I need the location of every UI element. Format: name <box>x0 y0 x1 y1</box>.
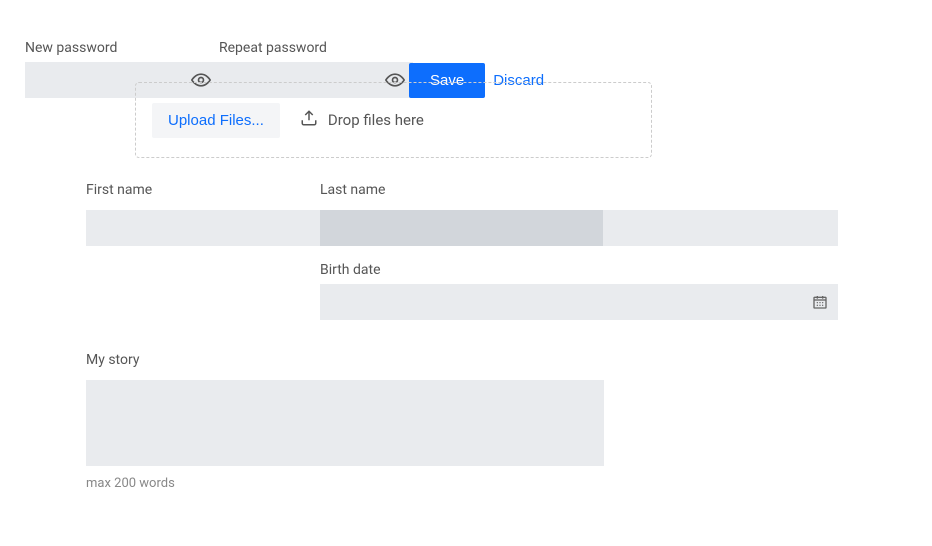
first-name-input[interactable] <box>86 210 320 246</box>
my-story-textarea[interactable] <box>86 380 604 466</box>
last-name-input[interactable] <box>320 210 603 246</box>
last-name-input-extension[interactable] <box>603 210 838 246</box>
drop-files-hint: Drop files here <box>328 111 424 129</box>
last-name-label: Last name <box>320 182 385 198</box>
upload-files-button[interactable]: Upload Files... <box>152 103 280 138</box>
my-story-hint: max 200 words <box>86 476 604 491</box>
new-password-label: New password <box>25 40 219 56</box>
calendar-icon[interactable] <box>812 294 828 310</box>
first-name-label: First name <box>86 182 320 198</box>
upload-icon <box>300 109 318 131</box>
repeat-password-label: Repeat password <box>219 40 413 56</box>
birth-date-label: Birth date <box>320 262 838 278</box>
my-story-label: My story <box>86 352 604 368</box>
birth-date-input[interactable] <box>320 284 838 320</box>
upload-dropzone[interactable]: Upload Files... Drop files here <box>135 82 652 158</box>
